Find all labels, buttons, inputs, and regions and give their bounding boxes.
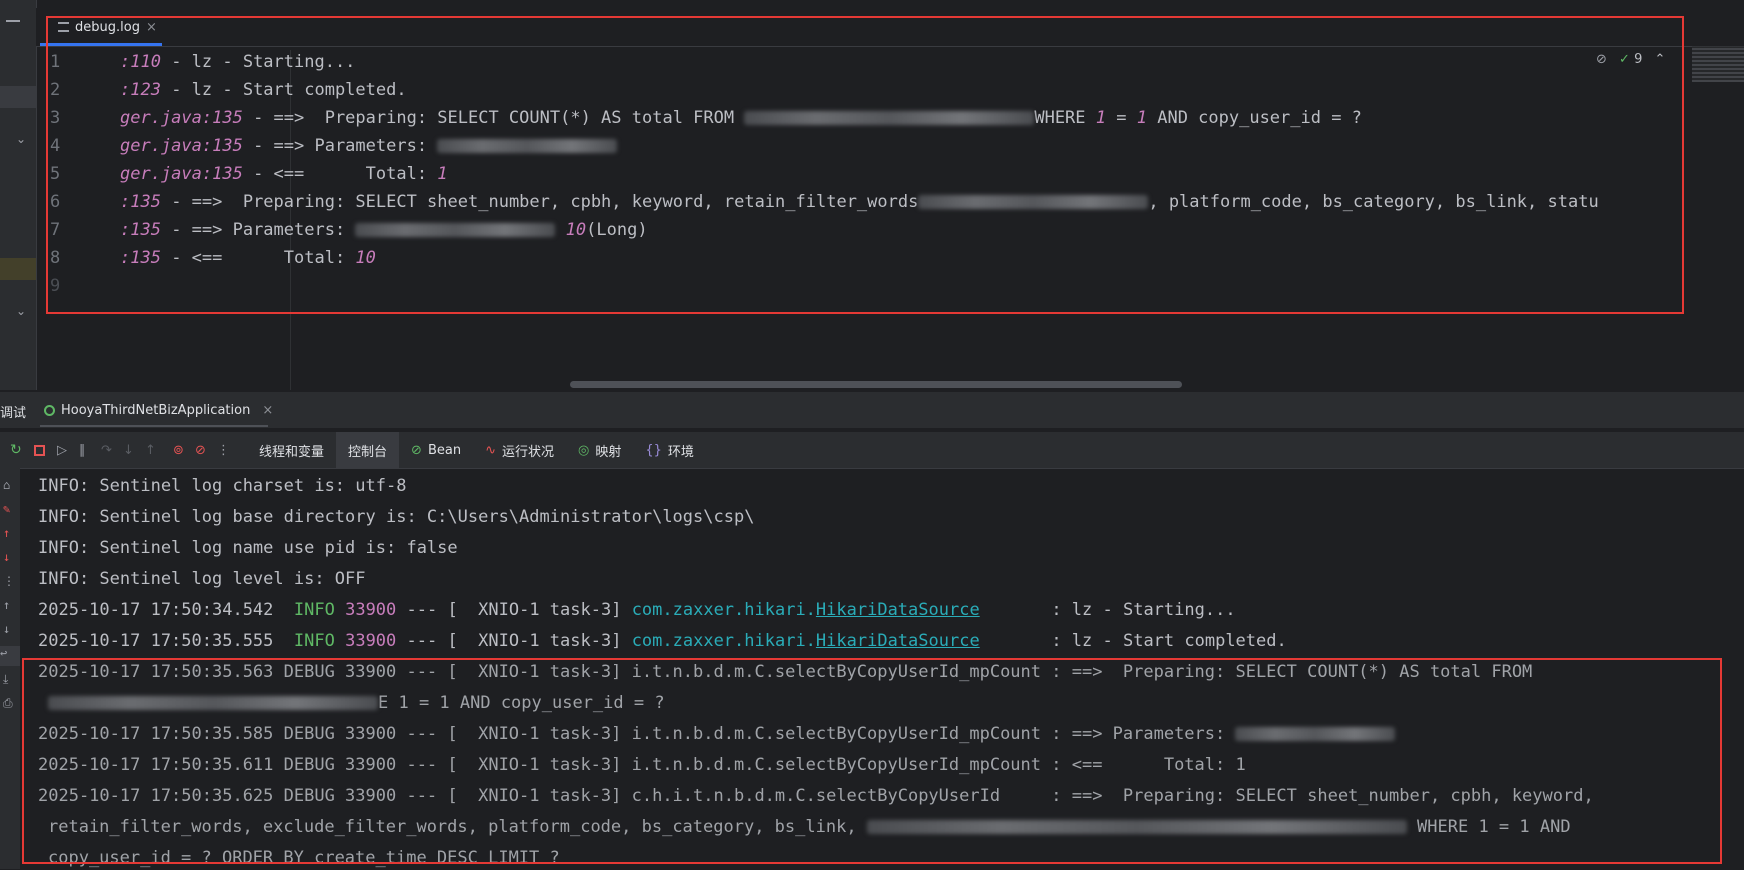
tab-threads-variables[interactable]: 线程和变量: [247, 432, 336, 468]
project-item-selected[interactable]: [0, 86, 36, 108]
tab-app[interactable]: HooyaThirdNetBizApplication ×: [44, 392, 273, 428]
tab-health[interactable]: ∿ 运行状况: [473, 432, 566, 468]
edit-icon[interactable]: ✎: [3, 502, 10, 516]
tab-mapping[interactable]: ◎ 映射: [566, 432, 633, 468]
mute-breakpoints-icon[interactable]: ⊘: [195, 443, 217, 458]
horizontal-scrollbar[interactable]: [570, 381, 1182, 388]
arrow-up-icon[interactable]: ↑: [3, 526, 10, 540]
console-line: INFO: Sentinel log charset is: utf-8: [38, 476, 407, 496]
step-out-icon[interactable]: ↑: [145, 443, 173, 458]
tab-label: 控制台: [348, 444, 388, 460]
filter-icon[interactable]: ⋮: [3, 574, 15, 588]
tab-label: Bean: [427, 442, 462, 458]
highlight-box-editor: [46, 16, 1684, 314]
log-entry: 2025-10-17 17:50:35.555 INFO 33900 --- […: [38, 631, 1287, 651]
tab-label: HooyaThirdNetBizApplication: [61, 402, 251, 418]
tab-bean[interactable]: ⊘ Bean: [399, 432, 473, 468]
resume-icon[interactable]: ▷: [57, 443, 79, 458]
trash-icon[interactable]: ⌂: [3, 478, 10, 492]
stop-icon[interactable]: [34, 444, 45, 456]
arrow-down-icon[interactable]: ↓: [3, 550, 10, 564]
tab-label: 映射: [595, 444, 622, 460]
mapping-icon: ◎: [577, 442, 590, 458]
step-over-icon[interactable]: ↷: [101, 443, 123, 458]
more-icon[interactable]: ⋮: [217, 443, 247, 458]
braces-icon: {}: [645, 442, 662, 458]
console-side-toolbar: ⌂ ✎ ↑ ↓ ⋮ ↑ ↓ ↩ ⤓ ⎙: [0, 468, 20, 869]
rerun-icon[interactable]: ↻: [10, 442, 30, 458]
debug-toolbar: ↻ ▷ ∥ ↷ ↓ ↑ ⊚ ⊘ ⋮ 线程和变量 控制台 ⊘ Bean ∿ 运行状况 …: [0, 432, 1744, 469]
spring-boot-icon: [44, 404, 55, 416]
chevron-down-icon[interactable]: ⌄: [16, 132, 26, 146]
scroll-to-end-icon[interactable]: ⤓: [3, 672, 8, 687]
console-line: INFO: Sentinel log base directory is: C:…: [38, 507, 755, 527]
tab-label: 线程和变量: [259, 444, 325, 460]
print-icon[interactable]: ⎙: [3, 696, 13, 711]
chevron-down-icon[interactable]: ⌄: [16, 304, 26, 318]
tab-console[interactable]: 控制台: [336, 432, 400, 468]
console-line: INFO: Sentinel log name use pid is: fals…: [38, 538, 458, 558]
active-tab-indicator: [40, 425, 268, 427]
step-into-icon[interactable]: ↓: [123, 443, 145, 458]
debug-tab-prefix[interactable]: 调试: [0, 402, 26, 421]
project-item-highlight: [0, 258, 36, 280]
tab-label: 环境: [667, 444, 694, 460]
console-line: INFO: Sentinel log level is: OFF: [38, 569, 366, 589]
highlight-box-console: [22, 658, 1722, 864]
bean-icon: ⊘: [411, 442, 422, 458]
tab-environment[interactable]: {} 环境: [633, 432, 706, 468]
run-tabbar: 调试 HooyaThirdNetBizApplication ×: [0, 392, 1744, 428]
tab-label: 运行状况: [501, 444, 554, 460]
soft-wrap-icon[interactable]: ↩: [0, 646, 20, 666]
menu-icon[interactable]: [6, 20, 20, 22]
log-entry: 2025-10-17 17:50:34.542 INFO 33900 --- […: [38, 600, 1236, 620]
scroll-up-icon[interactable]: ↑: [3, 598, 10, 612]
close-icon[interactable]: ×: [262, 403, 273, 418]
minimap[interactable]: [1692, 46, 1744, 82]
pulse-icon: ∿: [485, 442, 496, 458]
breakpoints-icon[interactable]: ⊚: [173, 443, 195, 458]
pause-icon[interactable]: ∥: [79, 443, 101, 458]
scroll-down-icon[interactable]: ↓: [3, 622, 10, 636]
project-strip: ⌄ ⌄: [0, 0, 37, 390]
